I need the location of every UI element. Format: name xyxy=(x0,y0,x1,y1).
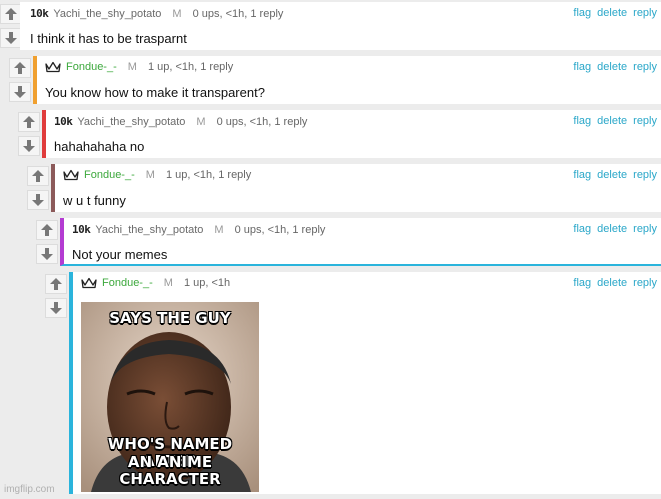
meme-bottom-caption-line2: AN ANIME CHARACTER xyxy=(119,453,221,488)
comment-actions: flag delete reply xyxy=(573,115,657,127)
username-link[interactable]: Fondue-_- xyxy=(84,169,135,181)
comment-text: You know how to make it transparent? xyxy=(45,85,265,100)
crown-icon xyxy=(45,61,61,73)
comment-stats: 1 up, <1h, 1 reply xyxy=(147,61,234,73)
comment-actions: flag delete reply xyxy=(573,61,657,73)
comment-actions: flag delete reply xyxy=(573,169,657,181)
comment-text: hahahahaha no xyxy=(54,139,145,154)
downvote-button[interactable] xyxy=(36,244,58,264)
delete-link[interactable]: delete xyxy=(597,169,627,181)
watermark: imgflip.com xyxy=(4,484,55,495)
mod-indicator: M xyxy=(214,223,224,236)
username-link[interactable]: Yachi_the_shy_potato xyxy=(53,8,161,20)
flag-link[interactable]: flag xyxy=(573,61,591,73)
comment: 10k Yachi_the_shy_potato M 0 ups, <1h, 1… xyxy=(20,2,661,50)
comment-meta: 10k Yachi_the_shy_potato M 0 ups, <1h, 1… xyxy=(30,7,283,20)
down-arrow-icon xyxy=(49,301,63,315)
comment: Fondue-_- M 1 up, <1h flag delete reply xyxy=(69,272,661,494)
up-arrow-icon xyxy=(40,223,54,237)
delete-link[interactable]: delete xyxy=(597,223,627,235)
comment: Fondue-_- M 1 up, <1h, 1 reply flag dele… xyxy=(51,164,661,212)
upvote-button[interactable] xyxy=(0,4,22,24)
up-arrow-icon xyxy=(22,115,36,129)
comment-meta: 10k Yachi_the_shy_potato M 0 ups, <1h, 1… xyxy=(72,223,325,236)
reply-link[interactable]: reply xyxy=(633,61,657,73)
downvote-button[interactable] xyxy=(27,190,49,210)
points-badge: 10k xyxy=(54,115,73,128)
delete-link[interactable]: delete xyxy=(597,7,627,19)
username-link[interactable]: Fondue-_- xyxy=(66,61,117,73)
vote-controls xyxy=(36,220,58,264)
vote-controls xyxy=(18,112,40,156)
points-badge: 10k xyxy=(72,223,91,236)
mod-indicator: M xyxy=(163,277,173,289)
comment-text: I think it has to be trasparnt xyxy=(30,31,187,46)
comment: 10k Yachi_the_shy_potato M 0 ups, <1h, 1… xyxy=(60,218,661,266)
comment-text: Not your memes xyxy=(72,247,168,262)
up-arrow-icon xyxy=(49,277,63,291)
upvote-button[interactable] xyxy=(36,220,58,240)
comment-actions: flag delete reply xyxy=(573,277,657,289)
comment-stats: 0 ups, <1h, 1 reply xyxy=(192,7,284,20)
delete-link[interactable]: delete xyxy=(597,115,627,127)
down-arrow-icon xyxy=(4,31,18,45)
comment-actions: flag delete reply xyxy=(573,7,657,19)
up-arrow-icon xyxy=(31,169,45,183)
meme-top-caption: SAYS THE GUY xyxy=(109,309,231,327)
upvote-button[interactable] xyxy=(9,58,31,78)
comment-actions: flag delete reply xyxy=(573,223,657,235)
reply-link[interactable]: reply xyxy=(633,277,657,289)
upvote-button[interactable] xyxy=(45,274,67,294)
comment-stats: 1 up, <1h, 1 reply xyxy=(165,169,252,181)
comment: 10k Yachi_the_shy_potato M 0 ups, <1h, 1… xyxy=(42,110,661,158)
comment-stats: 0 ups, <1h, 1 reply xyxy=(216,115,308,128)
reply-link[interactable]: reply xyxy=(633,223,657,235)
comment-stats: 0 ups, <1h, 1 reply xyxy=(234,223,326,236)
vote-controls xyxy=(0,4,22,48)
up-arrow-icon xyxy=(4,7,18,21)
reply-link[interactable]: reply xyxy=(633,169,657,181)
username-link[interactable]: Yachi_the_shy_potato xyxy=(95,224,203,236)
upvote-button[interactable] xyxy=(27,166,49,186)
flag-link[interactable]: flag xyxy=(573,277,591,289)
crown-icon xyxy=(81,277,97,289)
comment-meta: Fondue-_- M 1 up, <1h xyxy=(81,277,230,289)
mod-indicator: M xyxy=(127,61,137,73)
points-badge: 10k xyxy=(30,7,49,20)
comment-meta: 10k Yachi_the_shy_potato M 0 ups, <1h, 1… xyxy=(54,115,307,128)
delete-link[interactable]: delete xyxy=(597,61,627,73)
flag-link[interactable]: flag xyxy=(573,169,591,181)
comment-meta: Fondue-_- M 1 up, <1h, 1 reply xyxy=(45,61,233,73)
mod-indicator: M xyxy=(196,115,206,128)
vote-controls xyxy=(27,166,49,210)
up-arrow-icon xyxy=(13,61,27,75)
down-arrow-icon xyxy=(31,193,45,207)
down-arrow-icon xyxy=(40,247,54,261)
reply-link[interactable]: reply xyxy=(633,115,657,127)
reply-link[interactable]: reply xyxy=(633,7,657,19)
vote-controls xyxy=(9,58,31,102)
comment-stats: 1 up, <1h xyxy=(183,277,231,289)
down-arrow-icon xyxy=(13,85,27,99)
delete-link[interactable]: delete xyxy=(597,277,627,289)
username-link[interactable]: Yachi_the_shy_potato xyxy=(77,116,185,128)
upvote-button[interactable] xyxy=(18,112,40,132)
crown-icon xyxy=(63,169,79,181)
downvote-button[interactable] xyxy=(9,82,31,102)
comment: Fondue-_- M 1 up, <1h, 1 reply flag dele… xyxy=(33,56,661,104)
username-link[interactable]: Fondue-_- xyxy=(102,277,153,289)
vote-controls xyxy=(45,274,67,318)
comment-meta: Fondue-_- M 1 up, <1h, 1 reply xyxy=(63,169,251,181)
flag-link[interactable]: flag xyxy=(573,7,591,19)
flag-link[interactable]: flag xyxy=(573,115,591,127)
down-arrow-icon xyxy=(22,139,36,153)
downvote-button[interactable] xyxy=(0,28,22,48)
downvote-button[interactable] xyxy=(18,136,40,156)
meme-image[interactable]: SAYS THE GUY WHO'S NAMED AFTER AN ANIME … xyxy=(81,302,259,492)
mod-indicator: M xyxy=(145,169,155,181)
downvote-button[interactable] xyxy=(45,298,67,318)
flag-link[interactable]: flag xyxy=(573,223,591,235)
comment-text: w u t funny xyxy=(63,193,126,208)
mod-indicator: M xyxy=(172,7,182,20)
